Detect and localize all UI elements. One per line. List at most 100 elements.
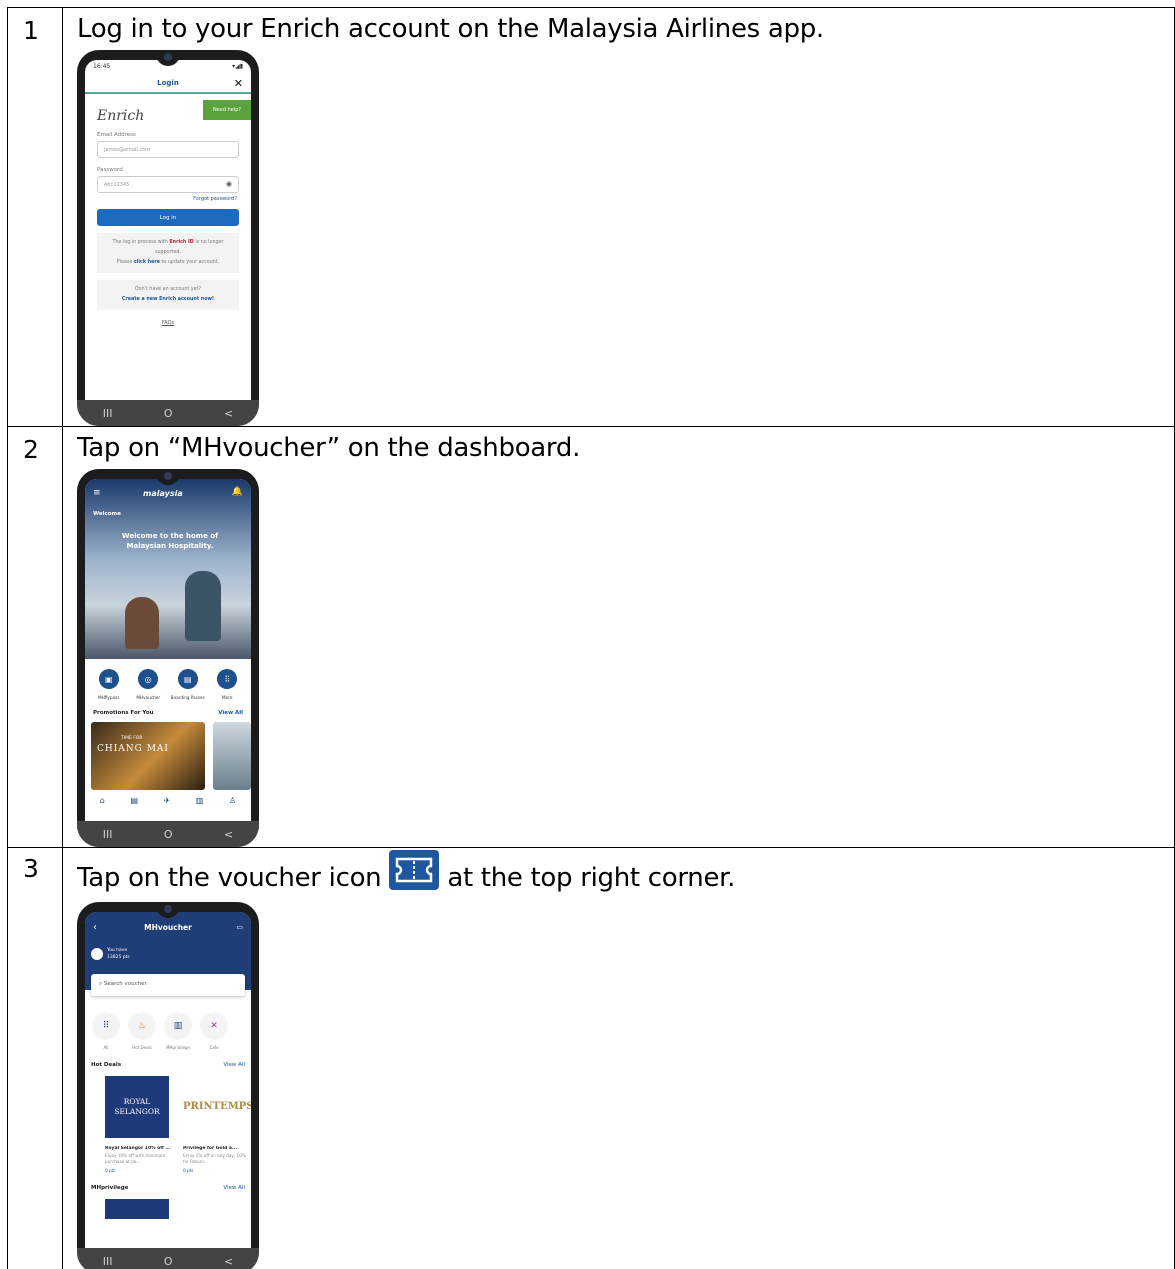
step-content: Log in to your Enrich account on the Mal… <box>62 7 1175 427</box>
back-icon[interactable]: < <box>224 828 233 841</box>
promo-card[interactable]: TIME FOR CHIANG MAI <box>91 722 205 790</box>
step-row-2: 2 Tap on “MHvoucher” on the dashboard. ≡… <box>7 426 1175 848</box>
signal-icon: ▾◢▮ <box>232 63 243 70</box>
step-content: Tap on “MHvoucher” on the dashboard. ≡ m… <box>62 426 1175 848</box>
profile-tab-icon[interactable]: ♙ <box>229 796 236 805</box>
category-hot-deals[interactable]: ♨ Hot Deals <box>127 1012 157 1050</box>
deal-image: ROYAL SELANGOR <box>105 1076 169 1138</box>
recent-apps-icon[interactable]: III <box>103 407 113 420</box>
need-help-button[interactable]: Need help? <box>203 100 251 120</box>
home-icon[interactable]: O <box>164 1255 173 1268</box>
grid-icon: ⠿ <box>92 1012 120 1040</box>
promo-carousel[interactable]: TIME FOR CHIANG MAI <box>85 716 251 790</box>
category-label: All <box>103 1045 109 1050</box>
recent-apps-icon[interactable]: III <box>103 828 113 841</box>
quick-action-mhvoucher[interactable]: ◎ MHvoucher <box>129 669 169 700</box>
promotions-header: Promotions For You View All <box>85 700 251 716</box>
boarding-pass-icon: ▤ <box>177 669 198 689</box>
notice-text: to update your account. <box>161 260 220 265</box>
search-input[interactable]: ⌕ Search voucher <box>91 974 245 996</box>
bookings-tab-icon[interactable]: ▤ <box>130 796 138 805</box>
home-icon[interactable]: O <box>164 407 173 420</box>
flypass-icon: ▣ <box>98 669 119 689</box>
android-navbar: III O < <box>77 821 259 847</box>
hero-banner: ≡ malaysia 🔔 Welcome Welcome to the home… <box>85 479 251 659</box>
step-number: 1 <box>7 7 63 427</box>
points-display: You have 13825 pts <box>107 947 130 961</box>
points-value: 13825 pts <box>107 955 130 960</box>
quick-action-boarding-passes[interactable]: ▤ Boarding Passes <box>168 669 208 700</box>
hero-person <box>125 597 159 649</box>
create-account-link[interactable]: Create a new Enrich account now! <box>122 297 214 302</box>
step-text: Log in to your Enrich account on the Mal… <box>77 14 824 44</box>
back-icon[interactable]: < <box>224 1255 233 1268</box>
mhprivilege-title: MHprivilege <box>91 1185 129 1191</box>
category-cafe[interactable]: ✕ Cafe <box>199 1012 229 1050</box>
step-number: 2 <box>7 426 63 848</box>
ticket-icon[interactable]: ▭ <box>236 923 243 931</box>
email-field[interactable]: james@email.com <box>97 141 239 158</box>
step-text-after: at the top right corner. <box>447 863 736 893</box>
password-field[interactable]: Abc12345 ◉ <box>97 176 239 193</box>
book-flight-tab-icon[interactable]: ✈ <box>164 796 171 805</box>
view-all-link[interactable]: View All <box>223 1062 245 1068</box>
click-here-link[interactable]: click here <box>134 260 160 265</box>
signup-text: Don't have an account yet? <box>134 287 202 292</box>
close-icon[interactable]: ✕ <box>234 77 243 90</box>
email-label: Email Address <box>97 132 136 138</box>
signup-box: Don't have an account yet? Create a new … <box>97 280 239 310</box>
forgot-password-link[interactable]: Forgot password? <box>85 193 251 202</box>
deal-points: 0 pts <box>183 1168 194 1173</box>
voucher-title: MHvoucher <box>144 923 192 932</box>
recent-apps-icon[interactable]: III <box>103 1255 113 1268</box>
quick-action-mhflypass[interactable]: ▣ MHflypass <box>89 669 129 700</box>
login-button[interactable]: Log in <box>97 209 239 226</box>
category-row: ⠿ All ♨ Hot Deals ▥ MHprivilege ✕ Cafe <box>85 990 251 1050</box>
my-trips-tab-icon[interactable]: ▥ <box>196 796 204 805</box>
category-label: MHprivilege <box>166 1045 190 1050</box>
privilege-card-image[interactable] <box>105 1199 169 1219</box>
quick-action-label: Boarding Passes <box>170 695 205 700</box>
voucher-icon: ◎ <box>138 669 159 689</box>
notification-icon[interactable]: 🔔 <box>232 487 243 497</box>
eye-icon[interactable]: ◉ <box>226 180 232 188</box>
view-all-link[interactable]: View All <box>218 710 243 716</box>
hot-deals-list: ROYAL SELANGOR Royal Selangor 10% off ..… <box>85 1068 251 1173</box>
step-row-1: 1 Log in to your Enrich account on the M… <box>7 7 1175 427</box>
promo-card-sub: TIME FOR <box>121 736 143 741</box>
quick-action-more[interactable]: ⠿ More <box>208 669 248 700</box>
menu-icon[interactable]: ≡ <box>93 488 101 498</box>
deal-card[interactable]: ROYAL SELANGOR Royal Selangor 10% off ..… <box>105 1076 173 1173</box>
notice-text: The log in process with <box>112 240 168 245</box>
enrich-id-notice: The log in process with Enrich ID is no … <box>97 233 239 273</box>
ticket-icon-svg <box>396 857 433 883</box>
bottom-tab-bar: ⌂ ▤ ✈ ▥ ♙ <box>85 790 251 805</box>
search-placeholder: Search voucher <box>103 981 147 987</box>
deal-description: Enjoy 10% off with minimum purchase at p… <box>105 1153 166 1164</box>
login-title: Login <box>157 79 179 87</box>
step-text-before: Tap on the voucher icon <box>77 863 382 893</box>
phone-screenshot-login: 16:45 ▾◢▮ Login ✕ Need help? Enrich Emai… <box>77 50 259 426</box>
hot-deals-title: Hot Deals <box>91 1062 122 1068</box>
phone-screen: ≡ malaysia 🔔 Welcome Welcome to the home… <box>85 479 251 821</box>
status-time: 16:45 <box>93 63 111 70</box>
instruction-table: 1 Log in to your Enrich account on the M… <box>7 7 1175 1269</box>
deal-title: Royal Selangor 10% off ... <box>105 1146 171 1151</box>
cutlery-icon: ✕ <box>200 1012 228 1040</box>
points-label: You have <box>107 948 128 953</box>
deal-card[interactable]: PRINTEMPS Privilege for Gold a... Enjoy … <box>183 1076 251 1173</box>
phone-screenshot-dashboard: ≡ malaysia 🔔 Welcome Welcome to the home… <box>77 469 259 847</box>
home-tab-icon[interactable]: ⌂ <box>100 796 105 805</box>
home-icon[interactable]: O <box>164 828 173 841</box>
bookmark-icon: ▥ <box>164 1012 192 1040</box>
category-mhprivilege[interactable]: ▥ MHprivilege <box>163 1012 193 1050</box>
faqs-link[interactable]: FAQs <box>85 320 251 326</box>
android-navbar: III O < <box>77 1248 259 1269</box>
promo-card[interactable] <box>212 722 251 790</box>
category-all[interactable]: ⠿ All <box>91 1012 121 1050</box>
step-number: 3 <box>7 847 63 1269</box>
view-all-link[interactable]: View All <box>223 1185 245 1191</box>
back-icon[interactable]: < <box>224 407 233 420</box>
points-icon <box>91 948 103 960</box>
step-text: Tap on the voucher icon at the top right… <box>77 850 1174 900</box>
